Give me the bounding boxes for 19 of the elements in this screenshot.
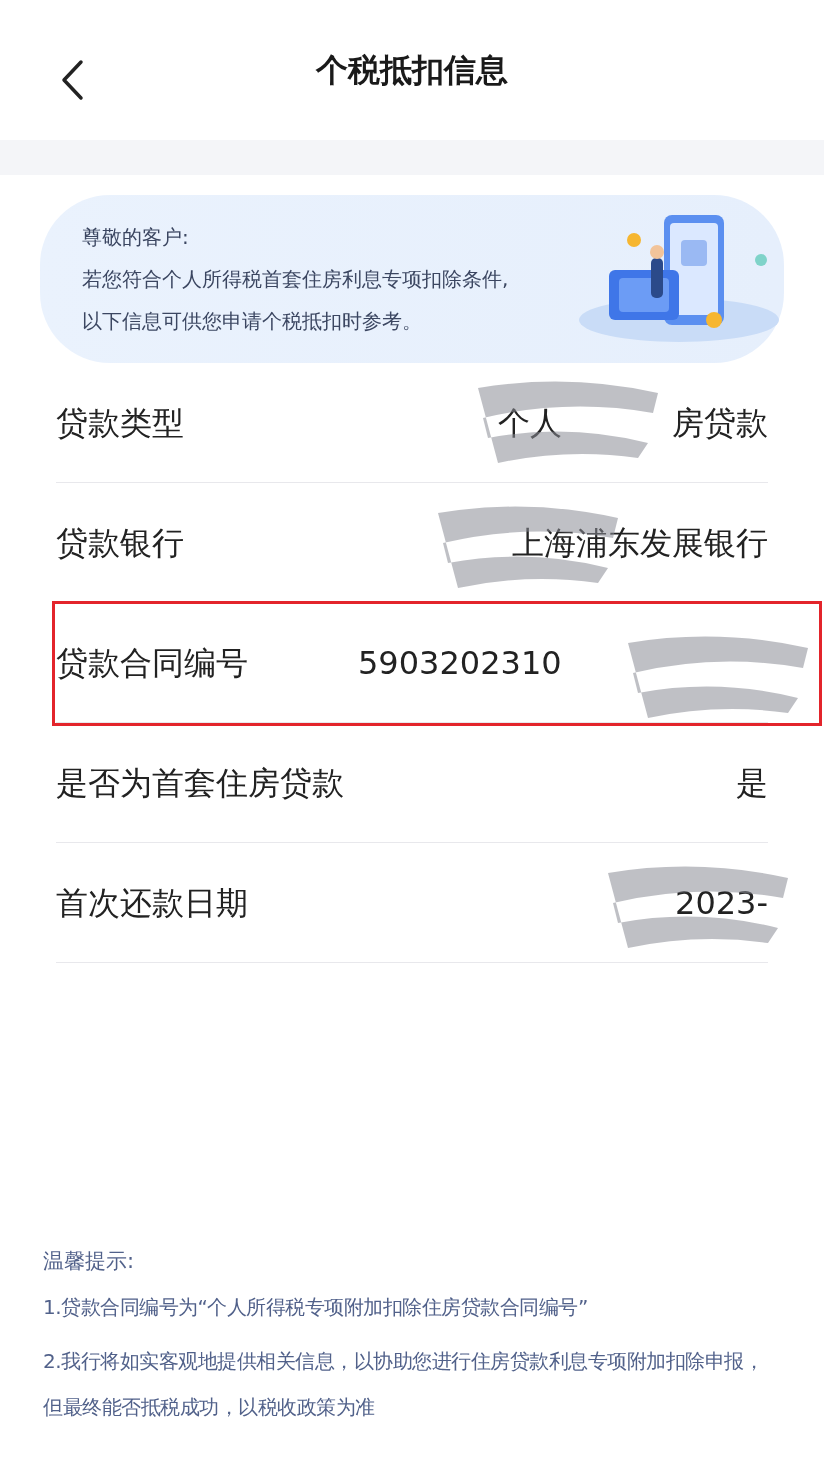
field-value: 个人 [498, 402, 562, 444]
back-icon [59, 59, 85, 101]
field-label: 贷款类型 [56, 402, 184, 444]
tip-text: 2.我行将如实客观地提供相关信息，以协助您进行住房贷款利息专项附加扣除申报，但最终能否抵税成功，以税收政策为准 [43, 1348, 765, 1421]
field-value: 2023- [675, 882, 768, 924]
notice-text: 以下信息可供您申请个税抵扣时参考。 [82, 308, 423, 335]
page-title: 个税抵扣信息 [316, 50, 508, 91]
tips-title: 温馨提示: [43, 1248, 136, 1275]
tip-text: 1.贷款合同编号为“个人所得税专项附加扣除住房贷款合同编号” [43, 1294, 589, 1321]
field-value: 是 [736, 762, 768, 804]
field-label: 首次还款日期 [56, 882, 248, 924]
notice-text: 若您符合个人所得税首套住房利息专项扣除条件, [82, 266, 510, 293]
field-label: 是否为首套住房贷款 [56, 762, 344, 804]
field-value: 上海浦东发展银行 [512, 522, 768, 564]
notice-text: 尊敬的客户: [82, 224, 190, 251]
field-value: 房贷款 [672, 402, 768, 444]
field-label: 贷款合同编号 [56, 642, 248, 684]
field-value: 5903202310 [358, 642, 562, 684]
field-label: 贷款银行 [56, 522, 184, 564]
